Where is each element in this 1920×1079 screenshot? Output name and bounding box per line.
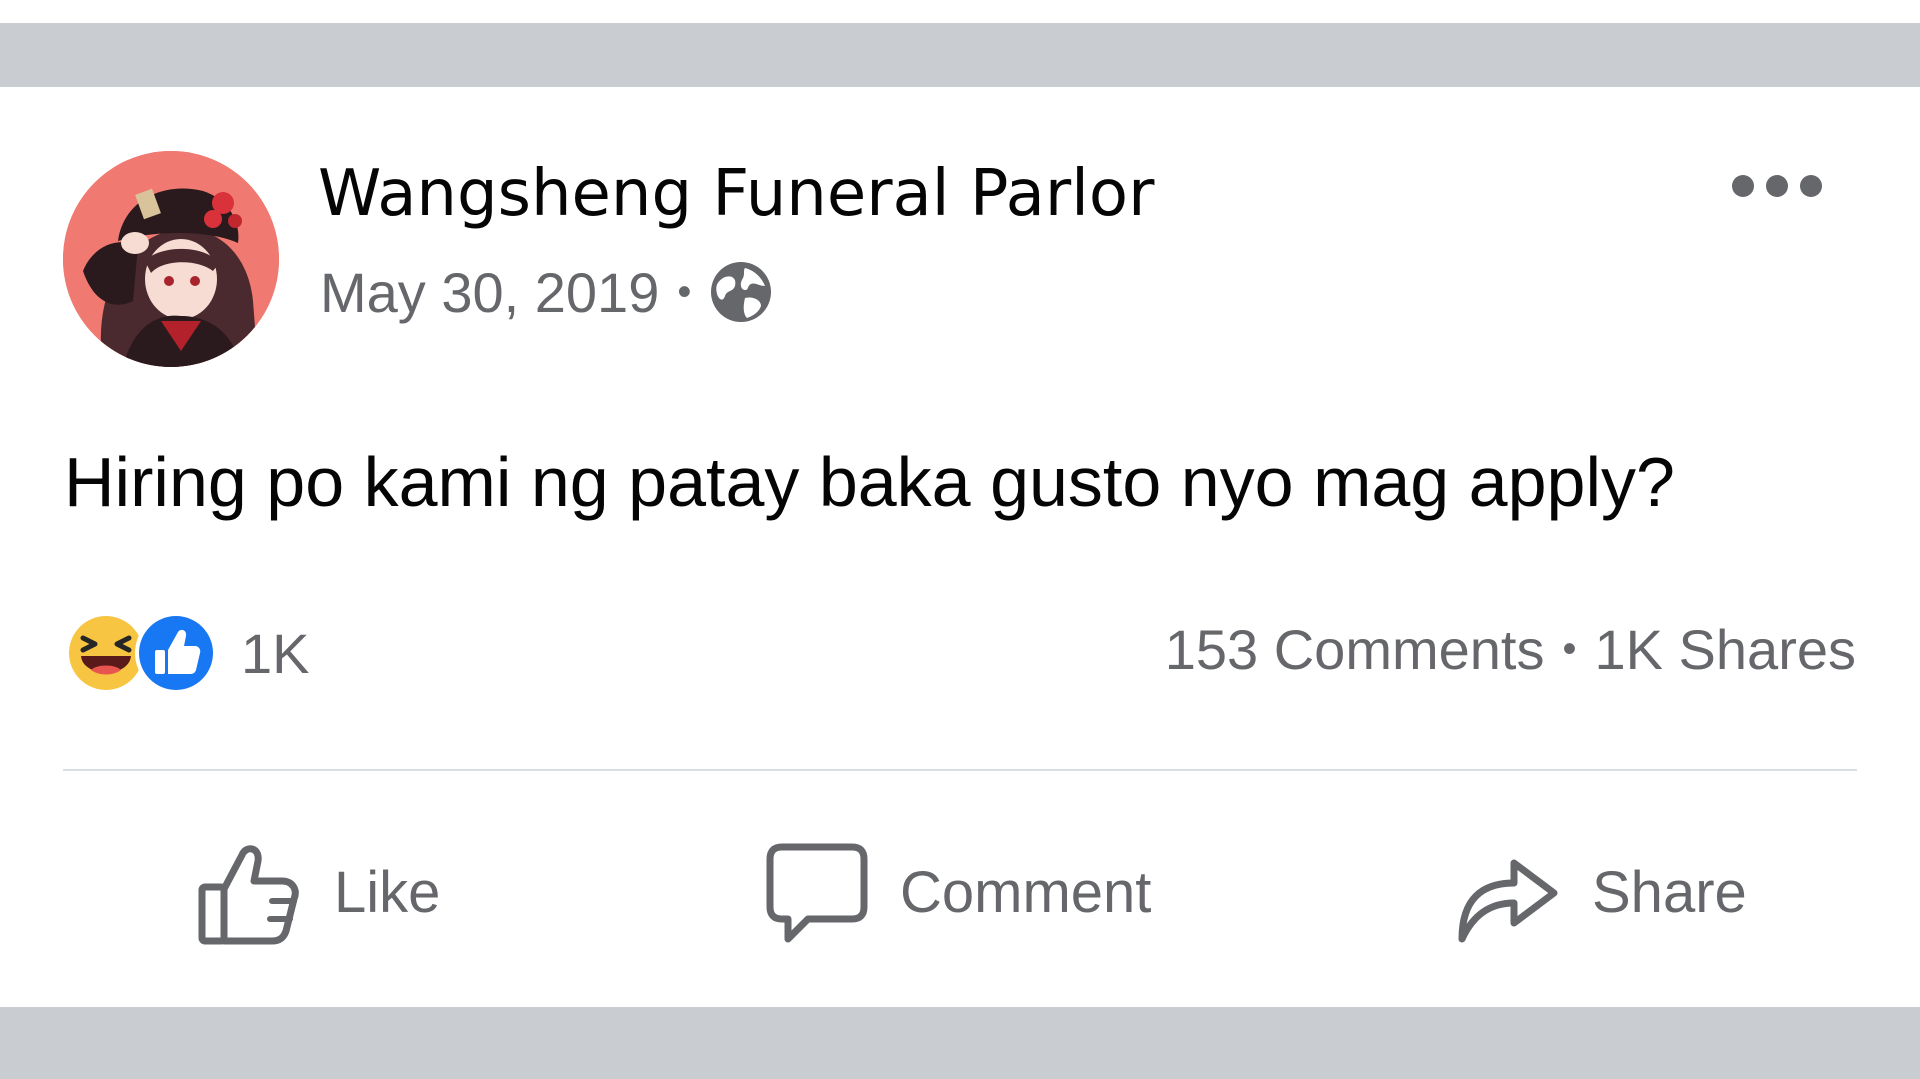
reaction-count: 1K: [241, 621, 310, 685]
avatar-image: [63, 151, 279, 367]
thumbs-up-icon: [198, 845, 299, 945]
share-icon: [1458, 859, 1558, 943]
globe-icon[interactable]: [709, 260, 773, 324]
post-date[interactable]: May 30, 2019: [320, 260, 659, 325]
meta-separator: •: [677, 269, 692, 314]
comment-button[interactable]: Comment: [764, 832, 1151, 952]
avatar[interactable]: [63, 151, 279, 367]
top-margin: [0, 0, 1920, 23]
like-icon: [135, 612, 217, 694]
shares-count[interactable]: 1K Shares: [1595, 617, 1857, 682]
stats-separator: •: [1562, 627, 1577, 671]
like-label: Like: [334, 859, 441, 925]
comment-label: Comment: [900, 859, 1152, 925]
divider: [63, 769, 1857, 771]
bottom-frame-bar: [0, 1007, 1920, 1079]
facebook-post: Wangsheng Funeral Parlor May 30, 2019 • …: [0, 87, 1920, 1007]
more-dot-icon: [1766, 175, 1788, 197]
reactions-summary[interactable]: 1K: [63, 610, 310, 696]
more-options-button[interactable]: [1732, 175, 1822, 197]
action-bar: Like Comment Share: [0, 832, 1920, 952]
share-button[interactable]: Share: [1452, 832, 1747, 952]
more-dot-icon: [1800, 175, 1822, 197]
like-button[interactable]: Like: [194, 832, 440, 952]
share-label: Share: [1592, 859, 1747, 925]
comments-count[interactable]: 153 Comments: [1165, 617, 1545, 682]
comment-icon: [766, 843, 868, 943]
post-meta: May 30, 2019 •: [320, 257, 773, 327]
top-frame-bar: [0, 23, 1920, 87]
post-text: Hiring po kami ng patay baka gusto nyo m…: [64, 443, 1675, 521]
more-dot-icon: [1732, 175, 1754, 197]
engagement-stats: 153 Comments • 1K Shares: [1165, 617, 1856, 682]
post-author-name[interactable]: Wangsheng Funeral Parlor: [318, 157, 1154, 231]
